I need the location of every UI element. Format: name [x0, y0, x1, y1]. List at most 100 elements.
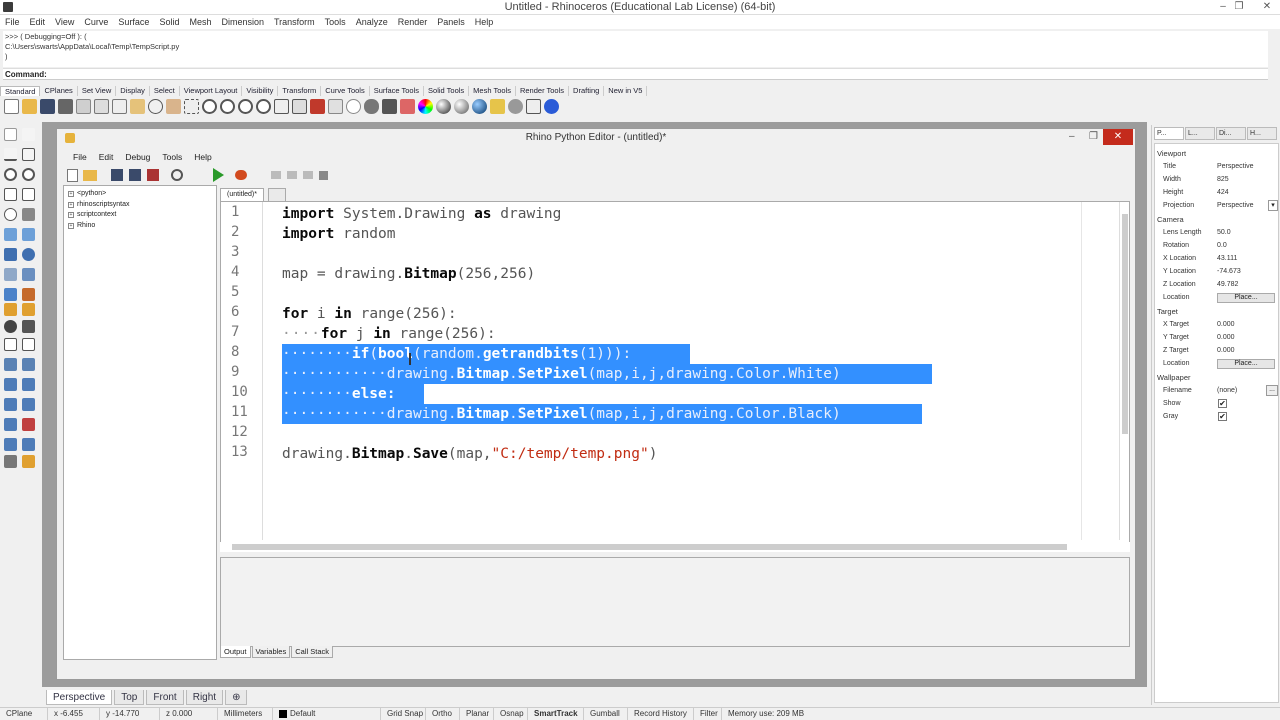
zoom-icon[interactable] [202, 99, 217, 114]
layer-indicator[interactable]: Default [273, 708, 381, 720]
menu-panels[interactable]: Panels [432, 17, 470, 27]
loft-icon[interactable] [22, 228, 35, 241]
prop-ytarget-value[interactable]: 0.000 [1217, 334, 1235, 341]
step-into-icon[interactable] [287, 171, 297, 179]
gray-checkbox[interactable]: ✔ [1218, 412, 1227, 421]
open-folder-icon[interactable] [22, 99, 37, 114]
select-all-icon[interactable] [328, 99, 343, 114]
history-scrollbar[interactable] [1269, 31, 1279, 81]
add-viewport-icon[interactable]: ⊕ [225, 690, 248, 705]
menu-file[interactable]: File [0, 17, 25, 27]
record-history-toggle[interactable]: Record History [628, 708, 694, 720]
tab-right[interactable]: Right [185, 690, 224, 705]
fillet-icon[interactable] [22, 208, 35, 221]
editor-menu-file[interactable]: File [67, 152, 93, 162]
tab-visibility[interactable]: Visibility [242, 86, 279, 96]
save-icon[interactable] [40, 99, 55, 114]
prop-yloc-value[interactable]: -74.673 [1217, 268, 1241, 275]
pan-hand-icon[interactable] [166, 99, 181, 114]
tab-mesh-tools[interactable]: Mesh Tools [469, 86, 516, 96]
editor-menu-edit[interactable]: Edit [93, 152, 120, 162]
undo-view-icon[interactable] [274, 99, 289, 114]
rendered-sphere-icon[interactable] [454, 99, 469, 114]
close-button[interactable]: ✕ [1258, 1, 1276, 12]
boolean-icon[interactable] [4, 288, 17, 301]
maximize-button[interactable]: ❐ [1230, 1, 1248, 12]
tab-untitled[interactable]: (untitled)* [220, 188, 264, 201]
tree-node[interactable]: + scriptcontext [68, 210, 212, 221]
menu-tools[interactable]: Tools [320, 17, 351, 27]
cut-icon[interactable] [94, 99, 109, 114]
tab-render-tools[interactable]: Render Tools [516, 86, 570, 96]
menu-help[interactable]: Help [470, 17, 499, 27]
new-tab-icon[interactable] [268, 188, 286, 201]
help-icon[interactable] [544, 99, 559, 114]
grid-snap-icon[interactable] [346, 99, 361, 114]
arc-icon[interactable] [4, 188, 17, 201]
prop-title-value[interactable]: Perspective [1217, 163, 1254, 170]
menu-analyze[interactable]: Analyze [351, 17, 393, 27]
analyze-curve-icon[interactable] [22, 438, 35, 451]
split-icon[interactable] [22, 288, 35, 301]
prop-width-value[interactable]: 825 [1217, 176, 1229, 183]
lightbulb-icon[interactable] [364, 99, 379, 114]
smarttrack-toggle[interactable]: SmartTrack [528, 708, 584, 720]
mirror-icon[interactable] [22, 398, 35, 411]
menu-curve[interactable]: Curve [79, 17, 113, 27]
chevron-down-icon[interactable]: ▾ [1268, 200, 1278, 211]
copy-object-icon[interactable] [22, 378, 35, 391]
editor-vertical-scrollbar[interactable] [1119, 202, 1129, 540]
copy-icon[interactable] [112, 99, 127, 114]
output-panel[interactable] [220, 557, 1130, 647]
array-icon[interactable] [4, 398, 17, 411]
tree-node[interactable]: + rhinoscriptsyntax [68, 200, 212, 211]
polyline-icon[interactable] [4, 148, 17, 161]
editor-maximize-button[interactable]: ❐ [1089, 131, 1098, 142]
points-on-icon[interactable] [22, 320, 35, 333]
projection-select[interactable]: Perspective [1217, 202, 1254, 209]
tab-cplanes[interactable]: CPlanes [40, 86, 78, 96]
prop-height-value[interactable]: 424 [1217, 189, 1229, 196]
extend-icon[interactable] [22, 338, 35, 351]
tab-viewport-layout[interactable]: Viewport Layout [180, 86, 243, 96]
select-arrow-icon[interactable] [4, 128, 17, 141]
open-script-icon[interactable] [83, 170, 97, 181]
tab-drafting[interactable]: Drafting [569, 86, 605, 96]
join-icon[interactable] [22, 303, 35, 316]
tab-display[interactable]: Di... [1216, 127, 1246, 140]
menu-dimension[interactable]: Dimension [216, 17, 269, 27]
orient-icon[interactable] [4, 438, 17, 451]
tab-surface-tools[interactable]: Surface Tools [370, 86, 425, 96]
editor-menu-tools[interactable]: Tools [156, 152, 188, 162]
zoom-extents-icon[interactable] [238, 99, 253, 114]
tab-perspective[interactable]: Perspective [46, 690, 113, 705]
dimension-icon[interactable] [22, 358, 35, 371]
units-label[interactable]: Millimeters [218, 708, 273, 720]
sphere-icon[interactable] [22, 248, 35, 261]
gumball-toggle[interactable]: Gumball [584, 708, 628, 720]
menu-transform[interactable]: Transform [269, 17, 320, 27]
prop-rotation-value[interactable]: 0.0 [1217, 242, 1227, 249]
color-wheel-icon[interactable] [418, 99, 433, 114]
command-prompt[interactable]: Command: [3, 68, 1268, 80]
target-place-button[interactable]: Place... [1217, 359, 1275, 369]
zoom-window-icon[interactable] [220, 99, 235, 114]
edit-layers-icon[interactable] [400, 99, 415, 114]
expand-icon[interactable]: + [68, 191, 74, 198]
menu-render[interactable]: Render [393, 17, 433, 27]
mesh-icon[interactable] [22, 268, 35, 281]
expand-icon[interactable]: + [68, 222, 74, 229]
save-all-icon[interactable] [147, 169, 159, 181]
scrollbar-thumb[interactable] [232, 544, 1067, 550]
step-over-icon[interactable] [271, 171, 281, 179]
box-icon[interactable] [4, 248, 17, 261]
four-viewports-icon[interactable] [292, 99, 307, 114]
extrude-icon[interactable] [4, 268, 17, 281]
planar-toggle[interactable]: Planar [460, 708, 494, 720]
light-icon[interactable] [490, 99, 505, 114]
curve-icon[interactable] [22, 148, 35, 161]
tab-new-in-v5[interactable]: New in V5 [604, 86, 648, 96]
new-script-icon[interactable] [67, 169, 78, 182]
tab-display[interactable]: Display [116, 86, 150, 96]
step-out-icon[interactable] [303, 171, 313, 179]
